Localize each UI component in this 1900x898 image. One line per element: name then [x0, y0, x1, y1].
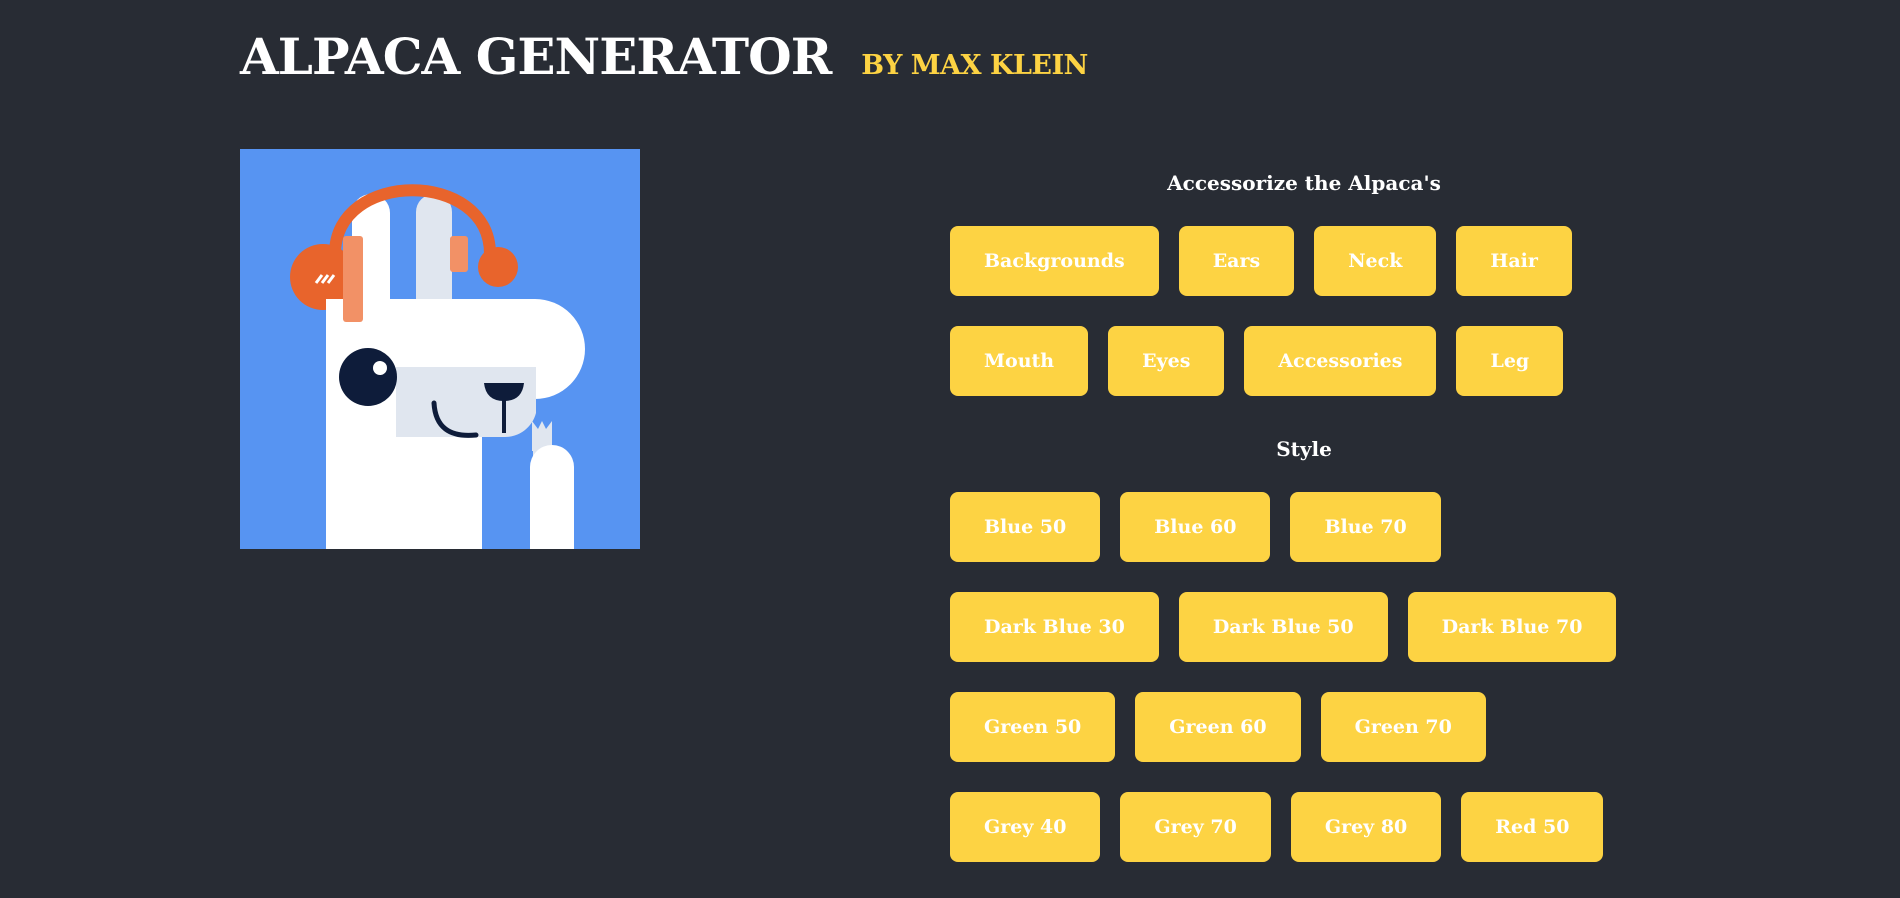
- style-blue-50-button[interactable]: Blue 50: [950, 492, 1101, 562]
- neck-button[interactable]: Neck: [1314, 226, 1437, 296]
- headphones-right-cup: [478, 247, 518, 287]
- style-green-60-button[interactable]: Green 60: [1135, 692, 1301, 762]
- style-row-4: Grey 40 Grey 70 Grey 80 Red 50: [950, 792, 1650, 862]
- accessorize-row-1: Backgrounds Ears Neck Hair: [950, 226, 1650, 296]
- style-red-50-button[interactable]: Red 50: [1461, 792, 1604, 862]
- style-heading: Style: [1276, 437, 1332, 461]
- accessorize-row-2: Mouth Eyes Accessories Leg: [950, 326, 1650, 396]
- alpaca-muzzle: [396, 367, 536, 438]
- style-green-50-button[interactable]: Green 50: [950, 692, 1116, 762]
- backgrounds-button[interactable]: Backgrounds: [950, 226, 1159, 296]
- alpaca-image: [240, 149, 640, 549]
- style-grey-70-button[interactable]: Grey 70: [1120, 792, 1271, 862]
- alpaca-preview: [240, 149, 640, 549]
- header: ALPACA GENERATOR BY MAX KLEIN: [240, 32, 1088, 82]
- page: ALPACA GENERATOR BY MAX KLEIN Accessoriz…: [0, 0, 1900, 898]
- alpaca-eye: [339, 348, 397, 406]
- style-dark-blue-50-button[interactable]: Dark Blue 50: [1178, 592, 1388, 662]
- style-row-1: Blue 50 Blue 60 Blue 70: [950, 492, 1650, 562]
- ears-button[interactable]: Ears: [1178, 226, 1295, 296]
- headphones-right-pad: [450, 236, 468, 272]
- page-title: ALPACA GENERATOR: [240, 27, 832, 86]
- style-dark-blue-70-button[interactable]: Dark Blue 70: [1407, 592, 1617, 662]
- eyes-button[interactable]: Eyes: [1108, 326, 1225, 396]
- headphones-left-pad: [343, 236, 363, 322]
- mouth-button[interactable]: Mouth: [950, 326, 1089, 396]
- alpaca-leg: [530, 445, 574, 549]
- style-row-2: Dark Blue 30 Dark Blue 50 Dark Blue 70: [950, 592, 1650, 662]
- style-green-70-button[interactable]: Green 70: [1320, 692, 1486, 762]
- accessories-button[interactable]: Accessories: [1244, 326, 1437, 396]
- style-row-3: Green 50 Green 60 Green 70: [950, 692, 1650, 762]
- controls-panel: Accessorize the Alpaca's Backgrounds Ear…: [950, 170, 1650, 862]
- accessorize-heading: Accessorize the Alpaca's: [1167, 171, 1441, 195]
- style-grey-80-button[interactable]: Grey 80: [1290, 792, 1442, 862]
- alpaca-eye-shine: [373, 361, 387, 375]
- leg-button[interactable]: Leg: [1456, 326, 1564, 396]
- hair-button[interactable]: Hair: [1456, 226, 1572, 296]
- style-blue-60-button[interactable]: Blue 60: [1120, 492, 1271, 562]
- style-dark-blue-30-button[interactable]: Dark Blue 30: [950, 592, 1159, 662]
- style-blue-70-button[interactable]: Blue 70: [1290, 492, 1441, 562]
- style-grey-40-button[interactable]: Grey 40: [950, 792, 1101, 862]
- author-byline: BY MAX KLEIN: [861, 50, 1088, 81]
